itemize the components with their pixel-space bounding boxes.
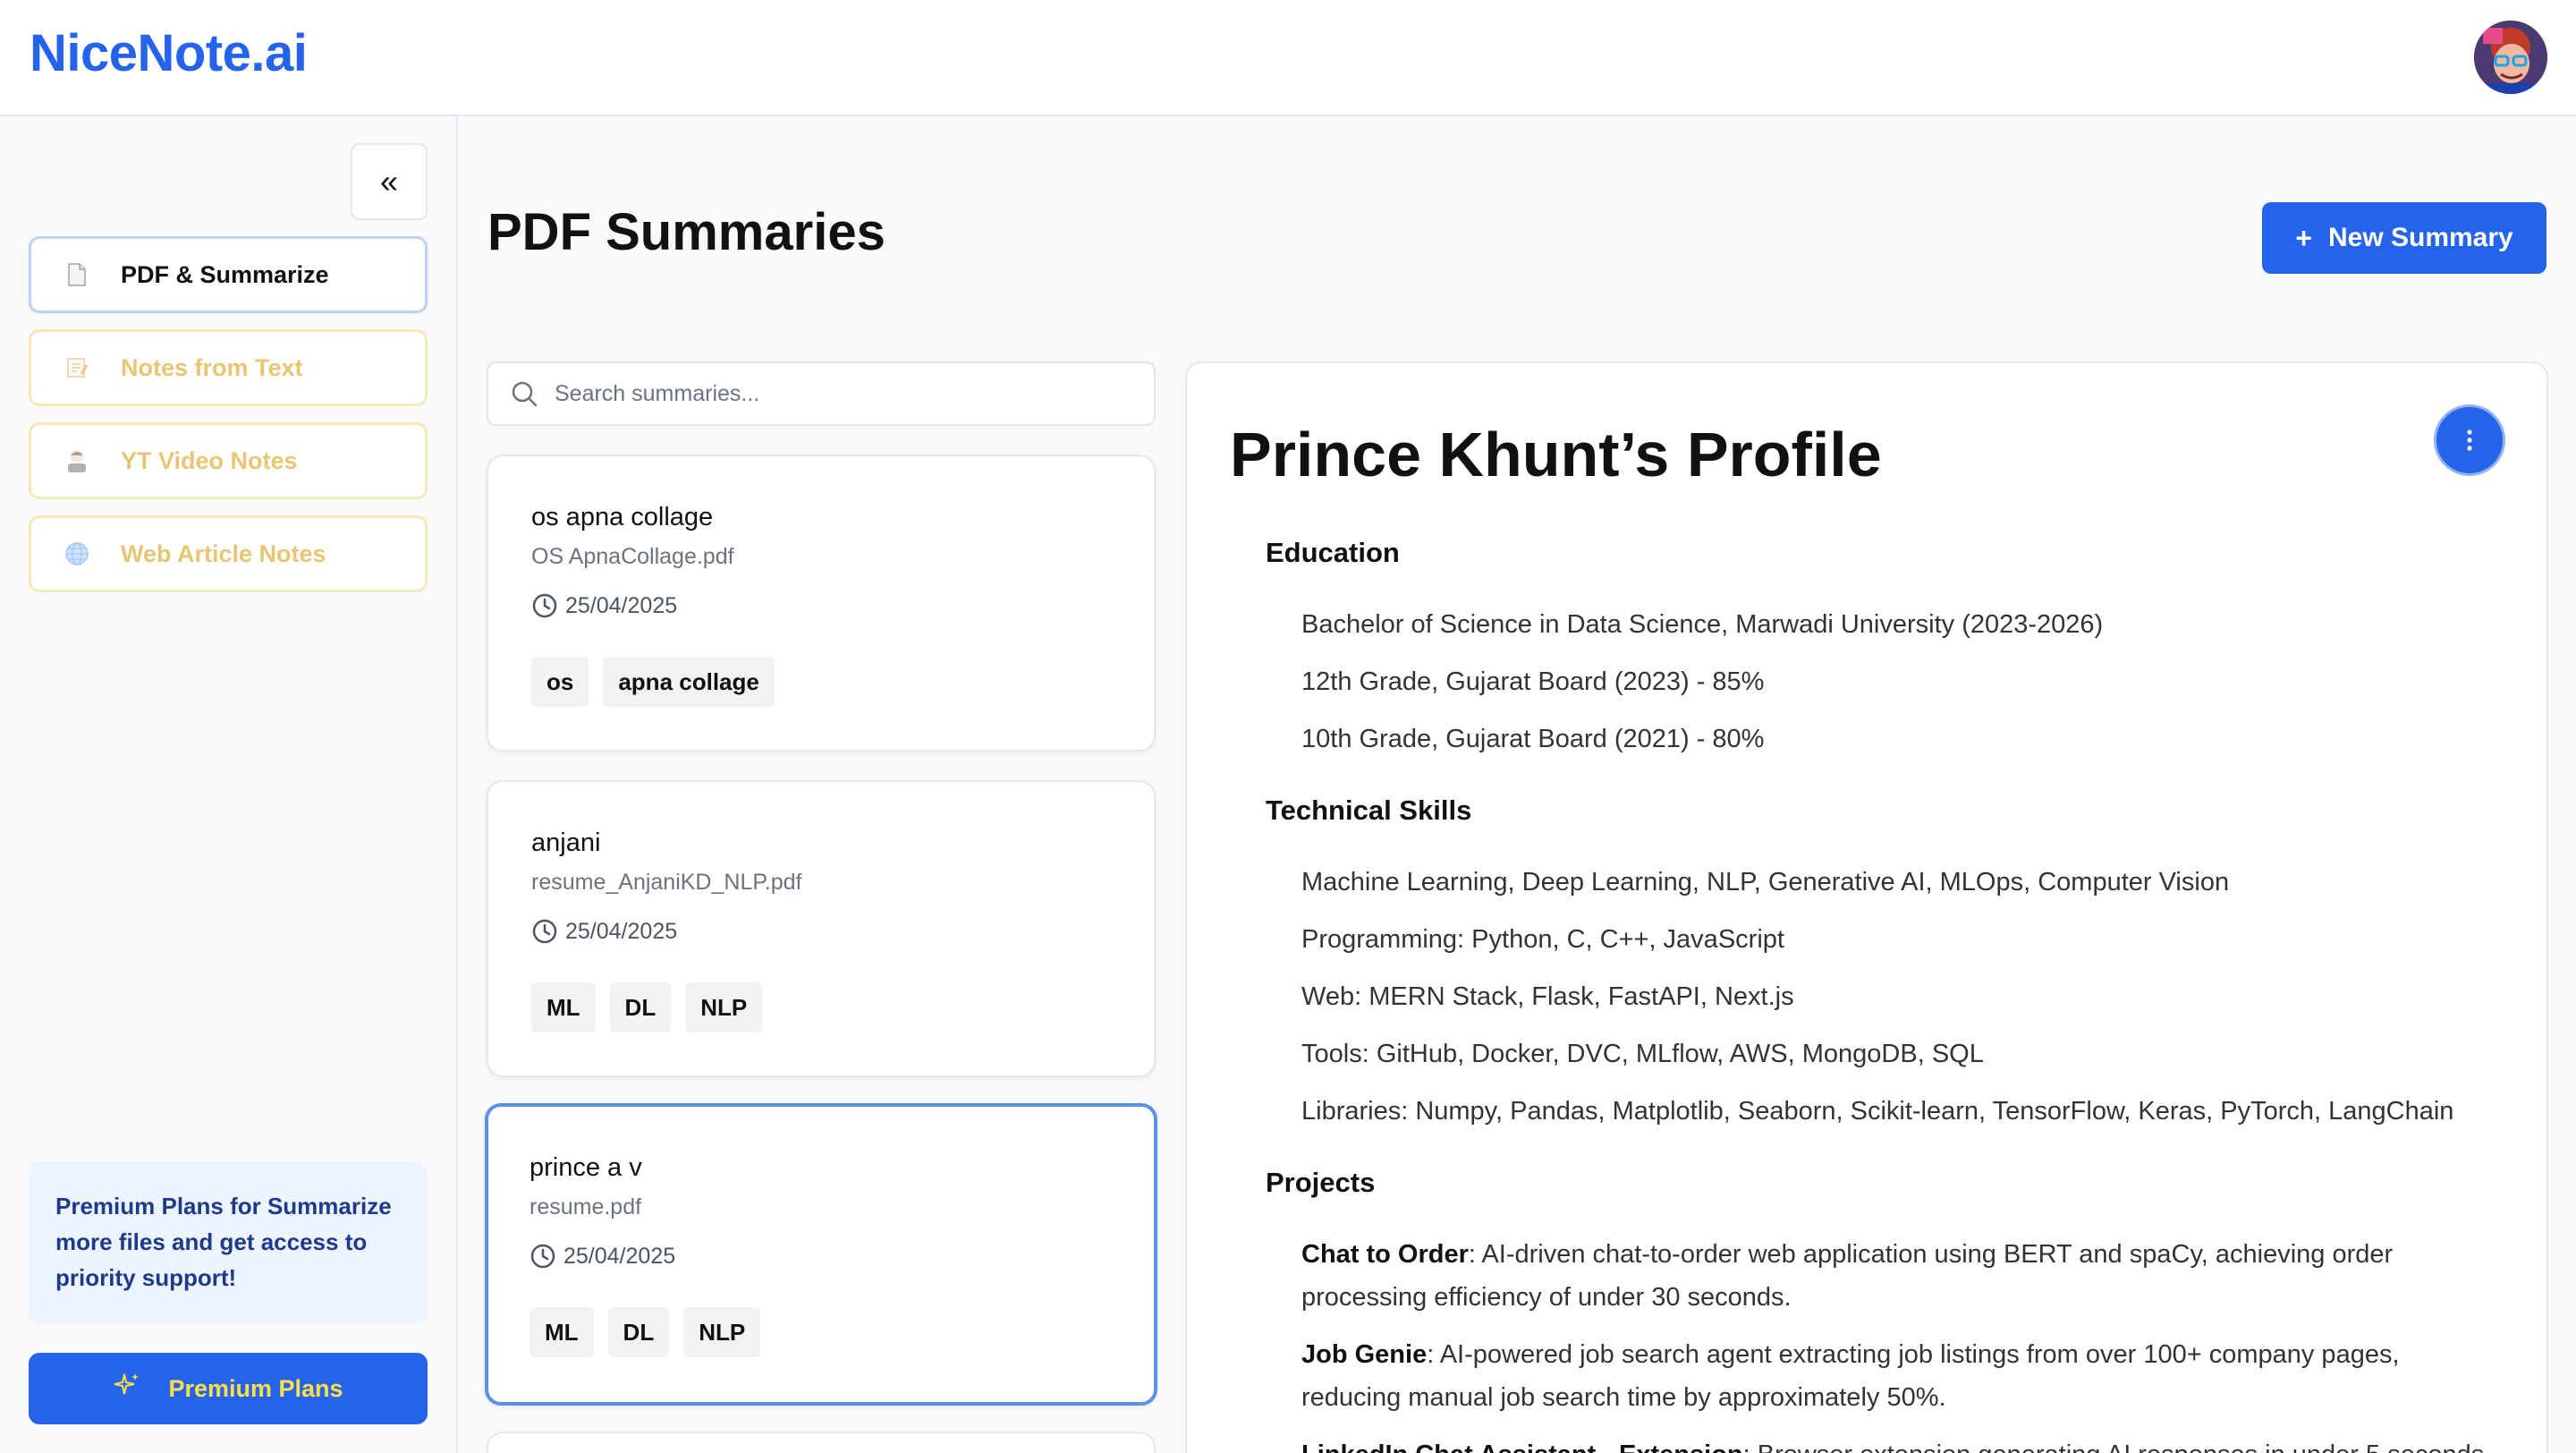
promo-text: Premium Plans for Summarize more files a… xyxy=(55,1193,392,1291)
section-heading-skills: Technical Skills xyxy=(1266,794,1472,826)
sidebar-item-label: Web Article Notes xyxy=(121,540,326,567)
section-heading-projects: Projects xyxy=(1266,1167,1376,1198)
project-description: : AI-powered job search agent extracting… xyxy=(1301,1340,2400,1412)
card-date-text: 25/04/2025 xyxy=(565,592,678,618)
globe-icon xyxy=(64,540,90,567)
premium-plans-label: Premium Plans xyxy=(168,1374,343,1402)
top-header: NiceNote.ai xyxy=(0,0,2576,116)
list-item: Bachelor of Science in Data Science, Mar… xyxy=(1301,610,2104,639)
plus-icon: + xyxy=(2295,221,2312,254)
card-tags: os apna collage xyxy=(531,657,775,707)
collapse-sidebar-button[interactable]: « xyxy=(351,143,428,220)
list-item: Machine Learning, Deep Learning, NLP, Ge… xyxy=(1301,868,2230,896)
card-date: 25/04/2025 xyxy=(531,592,677,619)
tag-badge: DL xyxy=(609,982,672,1032)
premium-plans-button[interactable]: Premium Plans xyxy=(29,1353,428,1424)
card-filename: resume_AnjaniKD_NLP.pdf xyxy=(531,870,802,895)
card-title: prince a v xyxy=(530,1153,642,1182)
list-item: 12th Grade, Gujarat Board (2023) - 85% xyxy=(1301,667,1765,696)
card-date-text: 25/04/2025 xyxy=(565,918,678,944)
sidebar-item-label: PDF & Summarize xyxy=(121,260,329,288)
sidebar-item-label: Notes from Text xyxy=(121,353,303,381)
card-tags: ML DL NLP xyxy=(531,982,763,1032)
tag-badge: NLP xyxy=(685,982,763,1032)
search-icon xyxy=(512,381,538,407)
sidebar: « PDF & Summarize Notes from Text YT Vid… xyxy=(0,116,458,1453)
summary-detail-panel: Prince Khunt’s Profile Education Bachelo… xyxy=(1185,361,2548,1453)
list-item: Programming: Python, C, C++, JavaScript xyxy=(1301,925,1784,954)
clock-icon xyxy=(530,1244,555,1269)
sidebar-item-web-article-notes[interactable]: Web Article Notes xyxy=(29,515,428,592)
search-box xyxy=(487,361,1156,426)
double-chevron-left-icon: « xyxy=(379,163,399,200)
card-date: 25/04/2025 xyxy=(531,918,677,945)
list-item: Tools: GitHub, Docker, DVC, MLflow, AWS,… xyxy=(1301,1040,1984,1068)
project-description: : Browser extension generating AI respon… xyxy=(1743,1440,2485,1453)
card-tags: ML DL NLP xyxy=(530,1307,761,1357)
page-title: PDF Summaries xyxy=(487,203,886,261)
avatar-image xyxy=(2474,21,2547,94)
summary-title: Prince Khunt’s Profile xyxy=(1230,420,1882,489)
new-summary-button[interactable]: + New Summary xyxy=(2262,202,2546,274)
project-name: Job Genie xyxy=(1301,1340,1428,1369)
summary-card[interactable]: anjani resume_AnjaniKD_NLP.pdf 25/04/202… xyxy=(487,780,1156,1077)
list-item: LinkedIn Chat Assistant - Extension: Bro… xyxy=(1301,1433,2491,1453)
tag-badge: NLP xyxy=(683,1307,761,1357)
list-item: 10th Grade, Gujarat Board (2021) - 80% xyxy=(1301,725,1765,753)
person-icon xyxy=(64,447,90,474)
tag-badge: apna collage xyxy=(603,657,775,707)
summary-card[interactable]: os apna collage OS ApnaCollage.pdf 25/04… xyxy=(487,455,1156,752)
tag-badge: ML xyxy=(530,1307,594,1357)
document-icon xyxy=(64,261,90,288)
section-heading-education: Education xyxy=(1266,537,1400,568)
list-item: Chat to Order: AI-driven chat-to-order w… xyxy=(1301,1233,2491,1319)
list-item: Job Genie: AI-powered job search agent e… xyxy=(1301,1333,2491,1419)
card-filename: resume.pdf xyxy=(530,1194,642,1219)
sidebar-item-yt-video-notes[interactable]: YT Video Notes xyxy=(29,422,428,499)
project-name: LinkedIn Chat Assistant - Extension xyxy=(1301,1440,1743,1453)
tag-badge: os xyxy=(531,657,589,707)
premium-promo-box: Premium Plans for Summarize more files a… xyxy=(29,1161,428,1324)
sidebar-item-notes-from-text[interactable]: Notes from Text xyxy=(29,329,428,406)
sidebar-item-label: YT Video Notes xyxy=(121,446,298,474)
new-summary-label: New Summary xyxy=(2327,223,2513,252)
app-logo[interactable]: NiceNote.ai xyxy=(30,23,308,83)
card-date-text: 25/04/2025 xyxy=(564,1243,676,1269)
more-options-button[interactable] xyxy=(2434,404,2505,476)
tag-badge: ML xyxy=(531,982,596,1032)
card-title: anjani xyxy=(531,828,601,857)
summary-card-selected[interactable]: prince a v resume.pdf 25/04/2025 ML DL N… xyxy=(485,1103,1157,1406)
clock-icon xyxy=(532,919,557,944)
project-name: Chat to Order xyxy=(1301,1240,1469,1269)
list-item: Libraries: Numpy, Pandas, Matplotlib, Se… xyxy=(1301,1097,2454,1126)
card-filename: OS ApnaCollage.pdf xyxy=(531,544,734,569)
card-title: os apna collage xyxy=(531,503,714,531)
user-avatar[interactable] xyxy=(2474,21,2547,94)
clock-icon xyxy=(532,593,557,618)
tag-badge: DL xyxy=(607,1307,670,1357)
card-date: 25/04/2025 xyxy=(530,1243,675,1270)
memo-icon xyxy=(64,354,90,381)
sidebar-item-pdf-summarize[interactable]: PDF & Summarize xyxy=(29,236,428,313)
list-item: Web: MERN Stack, Flask, FastAPI, Next.js xyxy=(1301,982,1794,1011)
sparkle-icon xyxy=(113,1371,141,1406)
summary-card[interactable] xyxy=(487,1432,1156,1453)
search-input[interactable] xyxy=(555,380,1127,407)
vertical-dots-icon xyxy=(2467,429,2472,451)
